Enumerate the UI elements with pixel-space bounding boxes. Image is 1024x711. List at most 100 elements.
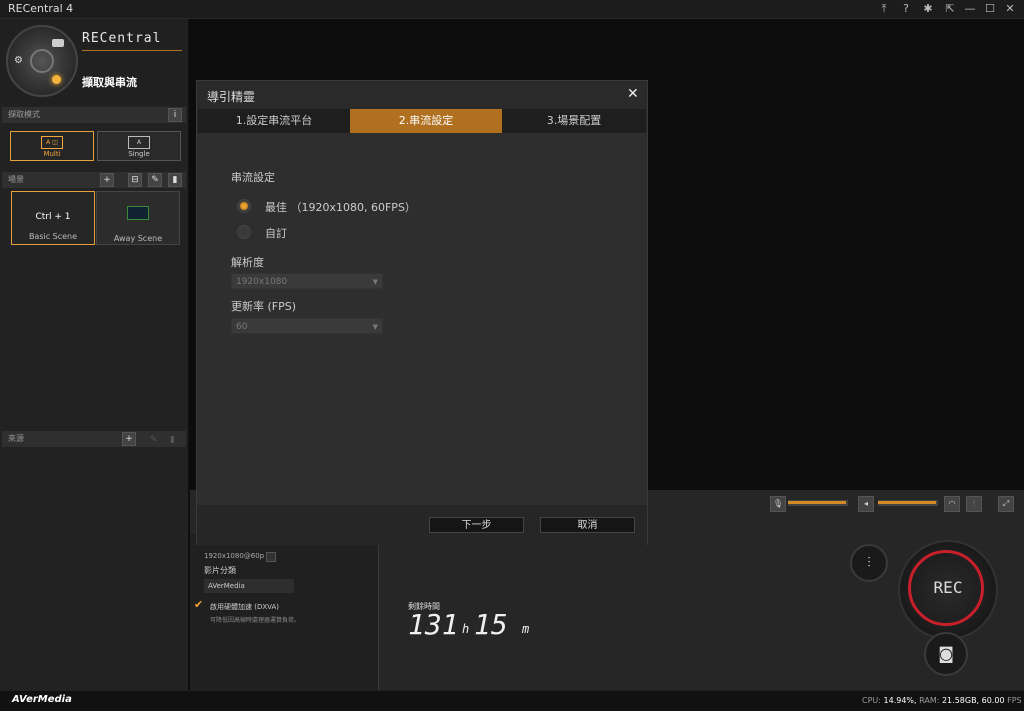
left-panel: ⚙ RECentral 擷取與串流 擷取模式 i A ◫ Multi A Sin… — [0, 19, 189, 690]
hours-unit: h — [462, 622, 470, 636]
scene-card-away[interactable]: Away Scene — [96, 191, 180, 245]
resolution-select[interactable]: 1920x1080 ▼ — [231, 273, 383, 289]
cpu-value: 14.94%, — [883, 696, 917, 705]
tab-scene-layout[interactable]: 3.場景配置 — [502, 109, 646, 133]
edit-scene-icon[interactable]: ✎ — [148, 173, 162, 187]
dxva-description: 可降低因高幀時處理器運算負荷。 — [210, 617, 301, 624]
source-title: 來源 — [8, 434, 24, 443]
app-title: RECentral 4 — [8, 2, 74, 15]
audio-mixer-icon[interactable]: ⫶ — [966, 496, 982, 512]
mic-volume-slider[interactable] — [788, 500, 848, 506]
scene-name: Basic Scene — [28, 232, 78, 241]
settings-strip: 1920x1080@60p 影片分類 AVerMedia ✔ 啟用硬體加速 (D… — [190, 534, 378, 690]
mode-indicator-dot — [52, 75, 61, 84]
rec-button[interactable]: REC — [898, 540, 998, 640]
resolution-info: 1920x1080@60p — [204, 552, 265, 560]
add-scene-icon[interactable]: + — [100, 173, 114, 187]
microphone-icon[interactable]: 🎙 — [770, 496, 786, 512]
capture-mode-header: 擷取模式 i — [2, 107, 186, 123]
status-bar: AVerMedia CPU: 14.94%, RAM: 21.58GB, 60.… — [0, 690, 1024, 711]
fps-value: 60.00 — [981, 696, 1005, 705]
control-divider — [378, 534, 379, 690]
remaining-hours: 131 — [408, 608, 459, 641]
rec-label: REC — [933, 578, 963, 597]
add-source-icon[interactable]: + — [122, 432, 136, 446]
close-icon[interactable]: ✕ — [627, 86, 639, 102]
checkmark-icon[interactable]: ✔ — [194, 598, 203, 611]
speaker-icon[interactable]: ◂ — [858, 496, 874, 512]
fps-select[interactable]: 60 ▼ — [231, 318, 383, 334]
avermedia-logo: AVerMedia — [12, 694, 72, 705]
pin-icon[interactable]: ⤒ — [876, 1, 892, 17]
cpu-label: CPU: — [862, 696, 881, 705]
resolution-label: 解析度 — [231, 256, 264, 269]
source-header: 來源 + ✎ ▮ — [2, 431, 186, 447]
fps-label: FPS — [1007, 696, 1022, 705]
capture-mode-title: 擷取模式 — [8, 110, 40, 119]
option-custom-label[interactable]: 自訂 — [265, 225, 287, 241]
chevron-down-icon: ▼ — [372, 323, 378, 331]
maximize-button[interactable]: ☐ — [982, 1, 998, 17]
dialog-footer: 下一步 取消 — [197, 505, 647, 545]
delete-source-icon[interactable]: ▮ — [170, 432, 175, 448]
performance-stats: CPU: 14.94%, RAM: 21.58GB, 60.00 FPS — [862, 696, 1022, 705]
speaker-volume-slider[interactable] — [878, 500, 938, 506]
video-category-label: 影片分類 — [204, 566, 236, 575]
radio-custom[interactable] — [237, 225, 251, 239]
info-icon[interactable]: i — [168, 108, 182, 122]
capture-mode-label: Multi — [43, 150, 61, 158]
ram-label: RAM: — [919, 696, 940, 705]
next-button[interactable]: 下一步 — [429, 517, 524, 533]
camera-snapshot-icon[interactable]: ◙ — [924, 632, 968, 676]
brand-logo: RECentral — [82, 31, 162, 46]
cancel-button[interactable]: 取消 — [540, 517, 635, 533]
dial-center-icon — [30, 49, 54, 73]
scene-name: Away Scene — [113, 234, 163, 243]
delete-scene-icon[interactable]: ▮ — [168, 173, 182, 187]
multi-mode-icon: A ◫ — [41, 136, 63, 149]
minimize-button[interactable]: — — [962, 1, 978, 17]
camera-mode-icon[interactable] — [52, 39, 64, 47]
capture-mode-label: Single — [128, 150, 150, 158]
mode-dial[interactable]: ⚙ — [6, 25, 78, 97]
option-best-label[interactable]: 最佳 （1920x1080, 60FPS） — [265, 199, 416, 215]
setup-wizard-dialog: 導引精靈 ✕ 1.設定串流平台 2.串流設定 3.場景配置 串流設定 最佳 （1… — [196, 80, 648, 545]
brand-divider — [82, 50, 182, 51]
single-mode-icon: A — [128, 136, 150, 149]
scene-card-basic[interactable]: Ctrl + 1 Basic Scene — [11, 191, 95, 245]
ram-value: 21.58GB, — [941, 696, 980, 705]
radio-best[interactable] — [237, 199, 251, 213]
edit-source-icon[interactable]: ✎ — [150, 432, 158, 448]
title-bar: RECentral 4 ⤒ ? ✱ ⇱ — ☐ ✕ — [0, 0, 1024, 19]
dxva-label: 啟用硬體加速 (DXVA) — [210, 603, 280, 611]
scene-hotkey: Ctrl + 1 — [35, 212, 71, 222]
scene-layout-icon[interactable]: ⊟ — [128, 173, 142, 187]
current-mode-label: 擷取與串流 — [82, 76, 137, 89]
close-button[interactable]: ✕ — [1002, 1, 1018, 17]
fps-value: 60 — [236, 322, 248, 332]
tab-streaming-platform[interactable]: 1.設定串流平台 — [198, 109, 350, 133]
dialog-title: 導引精靈 — [207, 90, 256, 104]
gear-icon[interactable]: ⚙ — [14, 55, 23, 66]
fps-label: 更新率 (FPS) — [231, 300, 297, 313]
resolution-checkbox[interactable] — [266, 552, 276, 562]
dialog-body: 串流設定 最佳 （1920x1080, 60FPS） 自訂 解析度 1920x1… — [197, 133, 647, 505]
mic-volume-fill — [788, 501, 846, 504]
capture-mode-single-button[interactable]: A Single — [97, 131, 181, 161]
compact-mode-icon[interactable]: ⇱ — [942, 1, 958, 17]
logo-area: ⚙ RECentral 擷取與串流 — [0, 19, 188, 105]
video-category-field[interactable]: AVerMedia — [204, 579, 294, 593]
snapshot-mode-icon[interactable]: ⫶ — [850, 544, 888, 582]
capture-mode-multi-button[interactable]: A ◫ Multi — [10, 131, 94, 161]
fullscreen-icon[interactable]: ⤢ — [998, 496, 1014, 512]
chevron-down-icon: ▼ — [372, 278, 378, 286]
away-scene-thumbnail-icon — [127, 206, 149, 220]
headphone-icon[interactable]: ◠ — [944, 496, 960, 512]
tab-streaming-settings[interactable]: 2.串流設定 — [350, 109, 502, 133]
remaining-minutes: 15 — [474, 608, 508, 641]
scene-header: 場景 + ⊟ ✎ ▮ — [2, 172, 186, 188]
settings-icon[interactable]: ✱ — [920, 1, 936, 17]
speaker-volume-fill — [878, 501, 936, 504]
help-icon[interactable]: ? — [898, 1, 914, 17]
resolution-value: 1920x1080 — [236, 277, 288, 287]
